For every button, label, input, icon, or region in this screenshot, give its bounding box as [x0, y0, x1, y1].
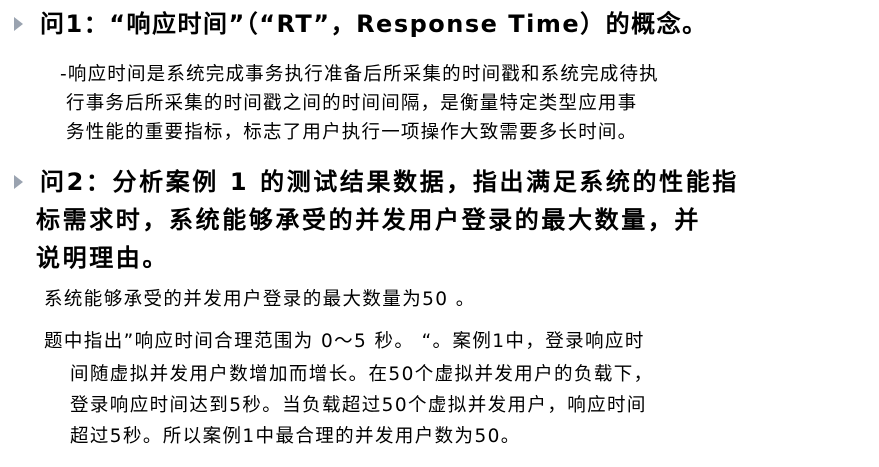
answer-1-line-2: 行事务后所采集的时间戳之间的时间间隔，是衡量特定类型应用事 [66, 93, 638, 114]
question-2-line-2: 标需求时，系统能够承受的并发用户登录的最大数量，并 [36, 206, 701, 234]
answer-1-line-1: -响应时间是系统完成事务执行准备后所采集的时间戳和系统完成待执 [60, 64, 659, 85]
question-2-line-3: 说明理由。 [36, 244, 169, 272]
answer-1-line-3: 务性能的重要指标，标志了用户执行一项操作大致需要多长时间。 [66, 122, 638, 143]
answer-2-line-1: 系统能够承受的并发用户登录的最大数量为50 。 [44, 289, 476, 310]
answer-2-line-2: 题中指出”响应时间合理范围为 0～5 秒。 “。案例1中，登录响应时 [44, 331, 645, 352]
slide: 问1：“响应时间”（“RT”，Response Time）的概念。 -响应时间是… [0, 0, 879, 467]
question-2-line-1: 问2：分析案例 1 的测试结果数据，指出满足系统的性能指 [40, 168, 739, 196]
answer-2-line-5: 超过5秒。所以案例1中最合理的并发用户数为50。 [70, 426, 521, 447]
answer-2-line-4: 登录响应时间达到5秒。当负载超过50个虚拟并发用户，响应时间 [70, 395, 647, 416]
triangle-bullet-icon [14, 175, 23, 189]
answer-2-line-3: 间随虚拟并发用户数增加而增长。在50个虚拟并发用户的负载下， [70, 364, 654, 385]
triangle-bullet-icon [14, 17, 23, 31]
question-1: 问1：“响应时间”（“RT”，Response Time）的概念。 [40, 10, 708, 38]
